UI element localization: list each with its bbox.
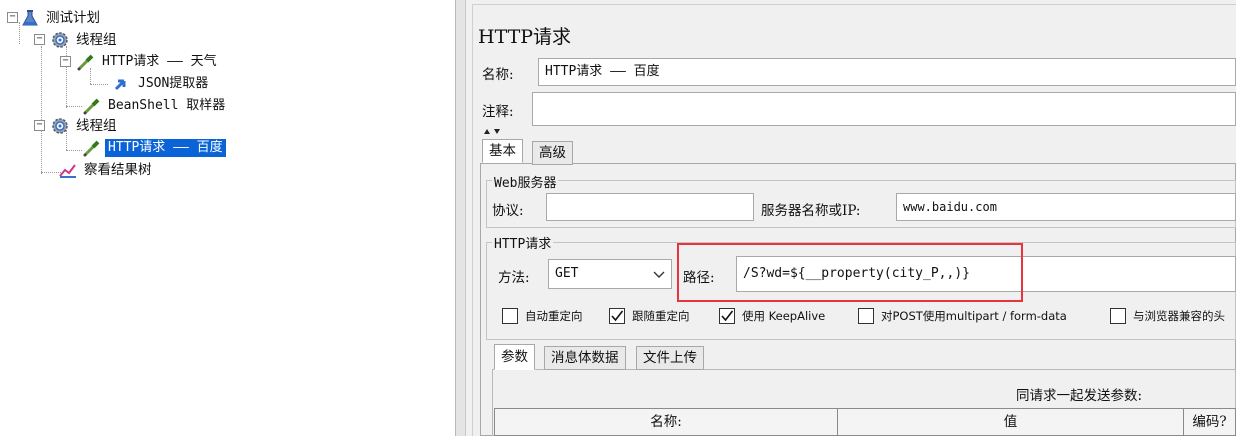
comment-label: 注释: [482,104,514,120]
name-label: 名称: [482,67,514,83]
tree-connector [66,106,82,107]
chart-listener-icon [59,164,76,178]
name-field[interactable]: HTTP请求 —— 百度 [538,58,1236,86]
tree-node-label: 线程组 [76,32,117,48]
browser-compatible-headers-checkbox[interactable]: 与浏览器兼容的头 [1110,308,1236,324]
pipette-icon [77,54,94,71]
server-name-field[interactable]: www.baidu.com [896,193,1236,221]
test-plan-icon [22,10,38,26]
checkbox-label: 与浏览器兼容的头 [1133,309,1225,323]
gear-icon [52,118,68,134]
tab-file-upload[interactable]: 文件上传 [636,346,704,370]
tree-node-http-request-baidu[interactable]: HTTP请求 —— 百度 [82,138,226,158]
tree-node-label: 察看结果树 [84,162,152,178]
checkmark-icon [721,310,734,322]
checkbox-label: 自动重定向 [525,309,583,323]
column-header-encode[interactable]: 编码? [1183,408,1236,436]
checkbox-label: 对POST使用multipart / form-data [881,309,1067,323]
tree-node-beanshell-sampler[interactable]: BeanShell 取样器 [82,96,228,116]
column-header-name[interactable]: 名称: [494,408,838,436]
tree-node-thread-group[interactable]: 线程组 [50,116,120,136]
tree-node-label: JSON提取器 [138,76,209,91]
protocol-label: 协议: [492,203,524,219]
parameters-caption: 同请求一起发送参数: [1016,388,1143,404]
panel-splitter[interactable] [456,0,466,436]
checkmark-icon [611,310,624,322]
tree-connector [90,84,108,85]
multipart-checkbox[interactable]: 对POST使用multipart / form-data [858,308,1067,324]
http-request-group-title: HTTP请求 [492,233,554,252]
tree-node-label: 测试计划 [46,10,100,26]
extractor-arrow-icon [114,79,126,91]
method-value: GET [555,266,579,281]
tree-connector [66,150,82,151]
tab-advanced[interactable]: 高级 [532,141,573,165]
tree-connector [41,46,42,128]
tab-body-data[interactable]: 消息体数据 [544,346,626,370]
tree-node-json-extractor[interactable]: JSON提取器 [112,74,211,94]
web-server-group-title: Web服务器 [492,172,559,191]
protocol-field[interactable] [546,193,754,221]
checkbox-box [719,308,735,324]
column-header-value[interactable]: 值 [837,408,1184,436]
tree-node-http-request-weather[interactable]: HTTP请求 —— 天气 [76,52,220,72]
checkbox-label: 跟随重定向 [632,309,690,323]
tree-node-view-results-tree[interactable]: 察看结果树 [58,160,155,180]
collapse-toggle[interactable]: − [60,56,71,67]
collapse-toggle[interactable]: − [34,120,45,131]
checkbox-box [858,308,874,324]
pipette-icon [83,98,100,115]
comment-field[interactable] [532,92,1236,126]
test-plan-tree[interactable]: − − − − 测试计划 线程组 HTTP请求 —— 天气 JSON提取器 Be… [0,0,456,436]
tree-node-test-plan[interactable]: 测试计划 [20,8,103,28]
checkbox-box [502,308,518,324]
follow-redirect-checkbox[interactable]: 跟随重定向 [609,308,690,324]
tree-node-label: 线程组 [76,118,117,134]
gear-icon [52,32,68,48]
tab-basic[interactable]: 基本 [482,139,523,163]
collapse-toggle[interactable]: − [7,12,18,23]
collapse-arrows-icon[interactable] [482,127,502,135]
highlight-box [677,243,1023,302]
checkbox-box [609,308,625,324]
tree-connector [41,130,42,174]
http-request-editor: HTTP请求 名称: HTTP请求 —— 百度 注释: 基本 高级 Web服务器… [466,0,1236,436]
tree-node-label: HTTP请求 —— 百度 [105,139,226,157]
server-name-label: 服务器名称或IP: [761,203,861,219]
checkbox-label: 使用 KeepAlive [742,309,826,323]
tab-parameters[interactable]: 参数 [494,344,535,370]
chevron-down-icon [653,271,665,278]
method-label: 方法: [498,270,530,286]
checkbox-box [1110,308,1126,324]
method-select[interactable]: GET [548,259,672,289]
collapse-toggle[interactable]: − [34,34,45,45]
auto-redirect-checkbox[interactable]: 自动重定向 [502,308,583,324]
keepalive-checkbox[interactable]: 使用 KeepAlive [719,308,825,324]
tree-node-label: BeanShell 取样器 [108,98,226,113]
tree-node-label: HTTP请求 —— 天气 [102,54,217,69]
pipette-icon [83,140,100,157]
page-title: HTTP请求 [478,26,572,48]
tree-node-thread-group[interactable]: 线程组 [50,30,120,50]
